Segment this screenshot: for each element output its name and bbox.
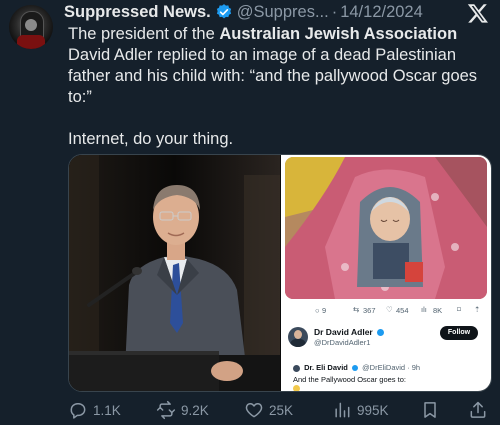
author-name[interactable]: Suppressed News.: [64, 3, 211, 22]
author-avatar[interactable]: [9, 5, 53, 49]
media-embedded-tweet-screenshot[interactable]: ○ 9 ⇆ 367 ♡ 454 ılı 8K ⌑ ⇡ Dr David Adle…: [281, 155, 491, 391]
embedded-share-icon: ⇡: [474, 305, 481, 314]
embedded-repost-icon: ⇆: [353, 305, 360, 314]
embedded-profile-avatar: [288, 327, 308, 347]
avatar-red-shape: [17, 35, 45, 49]
embedded-reply-author: Dr. Eli David: [304, 363, 348, 372]
embedded-avatar-body: [290, 339, 306, 347]
embedded-reply-handle: @DrEliDavid · 9h: [362, 363, 421, 372]
embedded-reply-emoji: [293, 385, 300, 391]
embedded-verified-icon: [377, 329, 385, 337]
embedded-photo: [285, 157, 487, 299]
tweet-paragraph-1: The president of the Australian Jewish A…: [68, 24, 493, 108]
reply-count: 1.1K: [93, 402, 121, 418]
views-icon: [335, 402, 350, 418]
tweet-paragraph-2: Internet, do your thing.: [68, 130, 234, 148]
bookmark-icon: [424, 402, 436, 418]
reply-icon: [70, 403, 86, 419]
embedded-reply-count: 9: [322, 306, 327, 315]
bookmark-button[interactable]: [420, 398, 445, 422]
embedded-stats-row: ○ 9 ⇆ 367 ♡ 454 ılı 8K ⌑ ⇡: [281, 303, 491, 319]
embedded-views-icon: ılı: [421, 305, 427, 314]
embedded-like-count: 454: [396, 306, 409, 315]
views-count: 995K: [357, 402, 389, 418]
tweet-text-segment: The president of the: [68, 25, 220, 43]
media-photo-speaker[interactable]: [69, 155, 280, 391]
author-handle[interactable]: @Suppres...: [237, 3, 329, 22]
embedded-profile-name: Dr David Adler: [314, 327, 385, 337]
repost-button[interactable]: 9.2K: [156, 398, 209, 422]
like-button[interactable]: 25K: [244, 398, 293, 422]
tweet-action-bar: 1.1K 9.2K 25K 995K: [68, 398, 494, 422]
reply-button[interactable]: 1.1K: [68, 398, 121, 422]
tweet-text-segment: David Adler replied to an image of a dea…: [68, 46, 478, 106]
embedded-reply-verified-icon: [351, 365, 358, 372]
embedded-reply-text: And the Pallywood Oscar goes to:: [293, 375, 406, 384]
speaker-illustration: [69, 155, 280, 391]
tweet-header: Suppressed News. @Suppres... · 14/12/202…: [64, 1, 423, 23]
embedded-avatar-face: [294, 330, 302, 339]
tweet-text: The president of the Australian Jewish A…: [68, 24, 493, 150]
embedded-repost-count: 367: [363, 306, 376, 315]
embedded-bookmark-icon: ⌑: [457, 305, 461, 314]
header-separator: ·: [331, 2, 338, 21]
tweet-date[interactable]: 14/12/2024: [340, 3, 423, 22]
verified-badge-icon: [215, 3, 233, 21]
share-button[interactable]: [468, 398, 493, 422]
embedded-profile-handle: @DrDavidAdler1: [314, 338, 371, 347]
views-button[interactable]: 995K: [332, 398, 389, 422]
repost-icon: [156, 400, 176, 420]
tweet-text-bold: Australian Jewish Association: [219, 25, 458, 43]
embedded-profile-name-text: Dr David Adler: [314, 327, 373, 337]
x-logo-icon: [467, 4, 488, 23]
like-count: 25K: [269, 402, 294, 418]
embedded-views-count: 8K: [433, 306, 443, 315]
embedded-like-icon: ♡: [386, 305, 393, 314]
embedded-reply-line: Dr. Eli David @DrEliDavid · 9h: [293, 363, 420, 372]
avatar-face-shape: [25, 19, 37, 31]
embedded-follow-button: Follow: [440, 326, 478, 340]
embedded-reply-icon: ○: [315, 306, 320, 315]
repost-count: 9.2K: [181, 402, 209, 418]
share-icon: [470, 401, 486, 418]
like-icon: [245, 403, 263, 418]
tweet-media[interactable]: ○ 9 ⇆ 367 ♡ 454 ılı 8K ⌑ ⇡ Dr David Adle…: [68, 154, 492, 392]
embedded-reply-avatar: [293, 364, 300, 372]
